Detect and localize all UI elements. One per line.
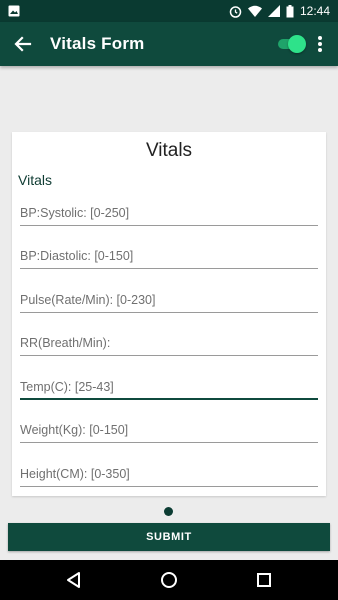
vitals-card: Vitals Vitals BP:Systolic: [0-250] BP:Di… [12, 132, 326, 496]
alarm-icon [229, 5, 242, 18]
field-placeholder: Temp(C): [25-43] [20, 380, 114, 394]
field-underline [20, 225, 318, 226]
status-time: 12:44 [299, 4, 330, 18]
field-underline [20, 398, 318, 400]
bp-systolic-field[interactable]: BP:Systolic: [0-250] [20, 204, 318, 226]
back-triangle-icon[interactable] [64, 570, 84, 590]
image-icon [8, 5, 20, 17]
field-placeholder: Weight(Kg): [0-150] [20, 423, 129, 437]
field-placeholder: BP:Systolic: [0-250] [20, 206, 130, 220]
arrow-back-icon[interactable] [12, 33, 34, 55]
app-bar-toggle[interactable] [276, 35, 306, 53]
app-bar: Vitals Form [0, 22, 338, 66]
field-placeholder: BP:Diastolic: [0-150] [20, 249, 134, 263]
wifi-icon [247, 5, 262, 17]
home-circle-icon[interactable] [159, 570, 179, 590]
field-placeholder: RR(Breath/Min): [20, 336, 111, 350]
battery-icon [286, 4, 294, 17]
recents-square-icon[interactable] [254, 570, 274, 590]
temp-field[interactable]: Temp(C): [25-43] [20, 378, 318, 400]
toggle-thumb [288, 35, 306, 53]
field-placeholder: Height(CM): [0-350] [20, 467, 130, 481]
navigation-bar [0, 560, 338, 600]
status-icons: 12:44 [229, 3, 330, 19]
field-underline [20, 355, 318, 356]
bp-diastolic-field[interactable]: BP:Diastolic: [0-150] [20, 247, 318, 269]
signal-icon [267, 5, 280, 17]
field-underline [20, 486, 318, 487]
field-placeholder: Pulse(Rate/Min): [0-230] [20, 293, 156, 307]
section-label: Vitals [18, 172, 52, 188]
submit-button[interactable]: SUBMIT [8, 523, 330, 551]
status-bar: 12:44 [0, 0, 338, 22]
pulse-field[interactable]: Pulse(Rate/Min): [0-230] [20, 291, 318, 313]
page-indicator-dot [164, 507, 173, 516]
page-title: Vitals Form [50, 34, 145, 53]
card-title: Vitals [145, 140, 193, 161]
field-underline [20, 268, 318, 269]
field-underline [20, 442, 318, 443]
field-underline [20, 312, 318, 313]
rr-field[interactable]: RR(Breath/Min): [20, 334, 318, 356]
weight-field[interactable]: Weight(Kg): [0-150] [20, 421, 318, 443]
height-field[interactable]: Height(CM): [0-350] [20, 465, 318, 487]
more-vert-icon[interactable] [312, 34, 328, 54]
